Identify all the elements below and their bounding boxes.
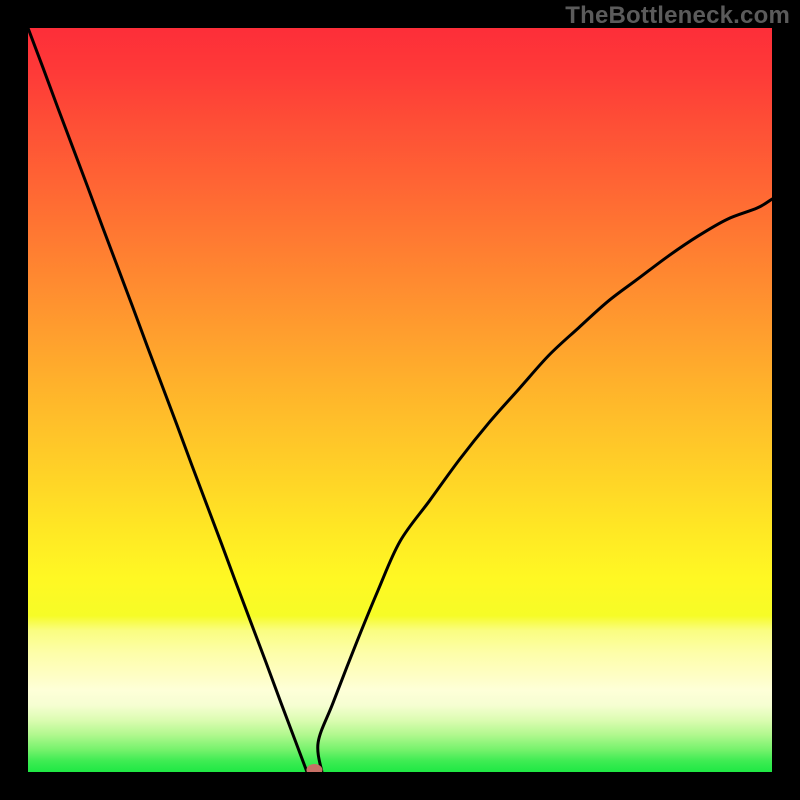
plot-area [28,28,772,772]
chart-frame: TheBottleneck.com [0,0,800,800]
gradient-background [28,28,772,772]
watermark-text: TheBottleneck.com [565,2,790,30]
chart-svg [28,28,772,772]
